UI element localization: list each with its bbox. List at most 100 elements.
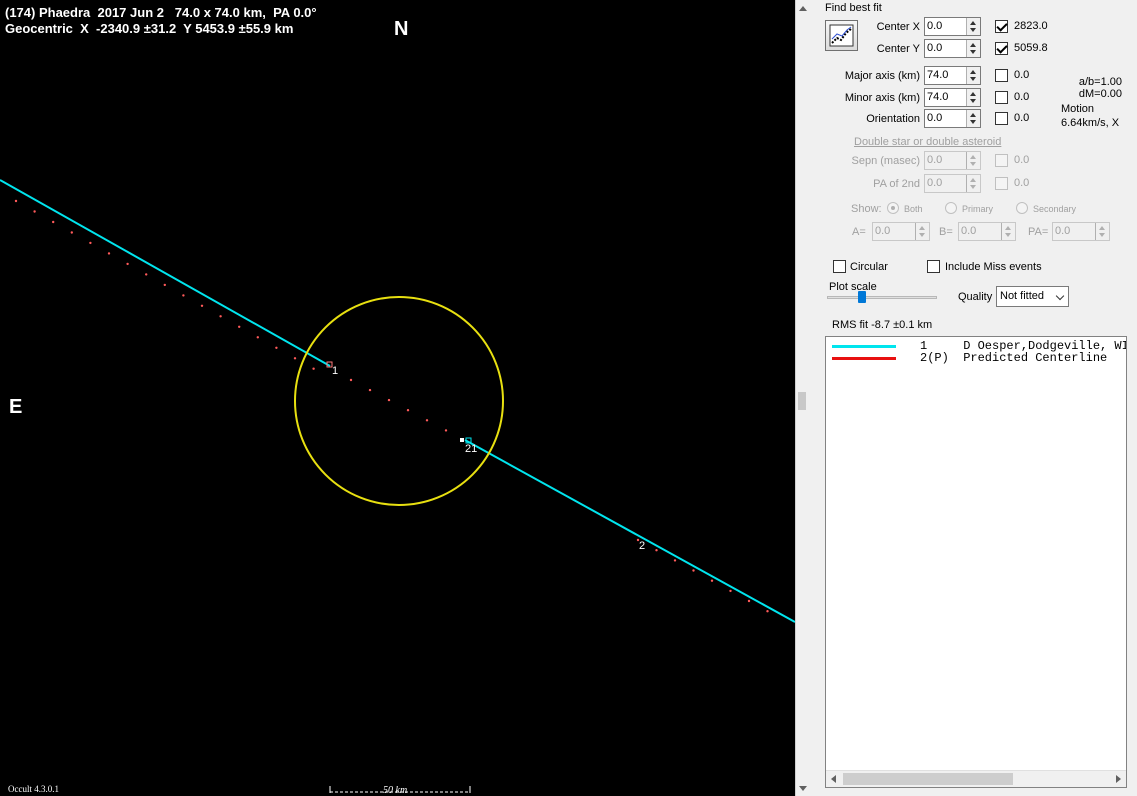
a-value: 0.0 — [875, 225, 891, 237]
spin-up-icon[interactable] — [919, 226, 925, 230]
spin-down-icon[interactable] — [970, 50, 976, 54]
double-star-link[interactable]: Double star or double asteroid — [854, 136, 1001, 148]
chord-line-observer-1-west — [0, 179, 331, 367]
time-dot — [256, 336, 259, 339]
motion-value: 6.64km/s, X — [1061, 117, 1120, 129]
orientation-input[interactable]: 0.0 — [924, 109, 981, 128]
spin-down-icon[interactable] — [970, 185, 976, 189]
time-dot — [387, 398, 391, 402]
time-dot — [425, 419, 429, 422]
fit-control-panel: Find best fit Center X 0.0 2823.0 Center… — [809, 0, 1137, 796]
chord-time-dots — [14, 199, 769, 613]
center-x-checkbox[interactable] — [995, 20, 1008, 33]
orientation-checkbox[interactable] — [995, 112, 1008, 125]
sepn-input[interactable]: 0.0 — [924, 151, 981, 170]
legend-item[interactable]: 2(P) Predicted Centerline — [826, 351, 1126, 365]
show-primary-radio[interactable] — [945, 202, 957, 214]
center-y-checkbox[interactable] — [995, 42, 1008, 55]
spin-up-icon[interactable] — [1099, 226, 1105, 230]
time-dot — [655, 549, 658, 552]
sepn-value: 0.0 — [927, 154, 943, 166]
delta-magnitude: dM=0.00 — [1078, 88, 1122, 100]
center-y-spinner[interactable] — [966, 40, 980, 57]
spin-up-icon[interactable] — [970, 21, 976, 25]
chevron-down-icon — [1055, 291, 1065, 301]
pa-2nd-label: PA of 2nd — [873, 178, 920, 190]
scroll-thumb[interactable] — [843, 773, 1013, 785]
b-input[interactable]: 0.0 — [958, 222, 1016, 241]
spin-down-icon[interactable] — [970, 162, 976, 166]
spin-up-icon[interactable] — [970, 92, 976, 96]
circular-checkbox[interactable] — [833, 260, 846, 273]
spin-down-icon[interactable] — [970, 77, 976, 81]
spin-up-icon[interactable] — [970, 43, 976, 47]
spin-down-icon[interactable] — [919, 233, 925, 237]
plot-scale-slider[interactable] — [827, 296, 937, 299]
scroll-down-icon[interactable] — [799, 786, 807, 791]
b-spinner[interactable] — [1001, 223, 1015, 240]
show-secondary-radio[interactable] — [1016, 202, 1028, 214]
major-axis-value: 74.0 — [927, 69, 949, 81]
pa-2nd-checkbox[interactable] — [995, 177, 1008, 190]
time-dot — [200, 304, 204, 307]
major-axis-spinner[interactable] — [966, 67, 980, 84]
spin-down-icon[interactable] — [1005, 233, 1011, 237]
minor-axis-fit-value: 0.0 — [1014, 91, 1030, 103]
chord-label-disappear: 1 — [332, 365, 339, 377]
spin-up-icon[interactable] — [970, 113, 976, 117]
quality-dropdown[interactable]: Not fitted — [996, 286, 1069, 307]
scroll-left-icon[interactable] — [831, 775, 836, 783]
spin-up-icon[interactable] — [970, 70, 976, 74]
occultation-plot[interactable]: (174) Phaedra 2017 Jun 2 74.0 x 74.0 km,… — [0, 0, 795, 796]
find-best-fit-label: Find best fit — [825, 2, 882, 14]
time-dot — [747, 599, 751, 603]
major-axis-input[interactable]: 74.0 — [924, 66, 981, 85]
a-input[interactable]: 0.0 — [872, 222, 930, 241]
minor-axis-input[interactable]: 74.0 — [924, 88, 981, 107]
spin-down-icon[interactable] — [1099, 233, 1105, 237]
orientation-spinner[interactable] — [966, 110, 980, 127]
spin-down-icon[interactable] — [970, 99, 976, 103]
center-y-label: Center Y — [876, 43, 920, 55]
pa-spinner[interactable] — [1095, 223, 1109, 240]
show-both-radio[interactable] — [887, 202, 899, 214]
scroll-up-icon[interactable] — [799, 6, 807, 11]
east-label: E — [9, 396, 23, 418]
b-label: B= — [939, 226, 953, 238]
chord-line-observer-1-east — [464, 439, 795, 623]
time-dot — [673, 559, 677, 562]
sepn-spinner[interactable] — [966, 152, 980, 169]
center-x-input[interactable]: 0.0 — [924, 17, 981, 36]
pa-input[interactable]: 0.0 — [1052, 222, 1110, 241]
spin-down-icon[interactable] — [970, 120, 976, 124]
observer-legend-list[interactable]: 1 D Oesper,Dodgeville, WI 2(P) Predicted… — [825, 336, 1127, 788]
time-dot — [107, 252, 111, 255]
spin-up-icon[interactable] — [970, 178, 976, 182]
minor-axis-checkbox[interactable] — [995, 91, 1008, 104]
time-dot — [710, 579, 714, 582]
major-axis-label: Major axis (km) — [844, 70, 920, 82]
plot-title-line-1: (174) Phaedra 2017 Jun 2 74.0 x 74.0 km,… — [5, 5, 317, 20]
include-miss-checkbox[interactable] — [927, 260, 940, 273]
center-y-input[interactable]: 0.0 — [924, 39, 981, 58]
circular-label: Circular — [850, 261, 888, 273]
plot-scale-slider-thumb[interactable] — [858, 291, 866, 303]
legend-horizontal-scrollbar[interactable] — [826, 770, 1126, 787]
minor-axis-spinner[interactable] — [966, 89, 980, 106]
spin-up-icon[interactable] — [970, 155, 976, 159]
spin-down-icon[interactable] — [970, 28, 976, 32]
spin-up-icon[interactable] — [1005, 226, 1011, 230]
pa-2nd-input[interactable]: 0.0 — [924, 174, 981, 193]
time-dot — [293, 357, 297, 360]
pa-2nd-spinner[interactable] — [966, 175, 980, 192]
asteroid-profile-ellipse — [294, 296, 504, 506]
vertical-scrollbar[interactable] — [795, 0, 809, 796]
major-axis-checkbox[interactable] — [995, 69, 1008, 82]
a-spinner[interactable] — [915, 223, 929, 240]
scroll-thumb[interactable] — [798, 392, 806, 410]
scroll-right-icon[interactable] — [1116, 775, 1121, 783]
show-primary-label: Primary — [962, 204, 993, 214]
time-dot — [275, 346, 278, 349]
center-x-spinner[interactable] — [966, 18, 980, 35]
sepn-checkbox[interactable] — [995, 154, 1008, 167]
